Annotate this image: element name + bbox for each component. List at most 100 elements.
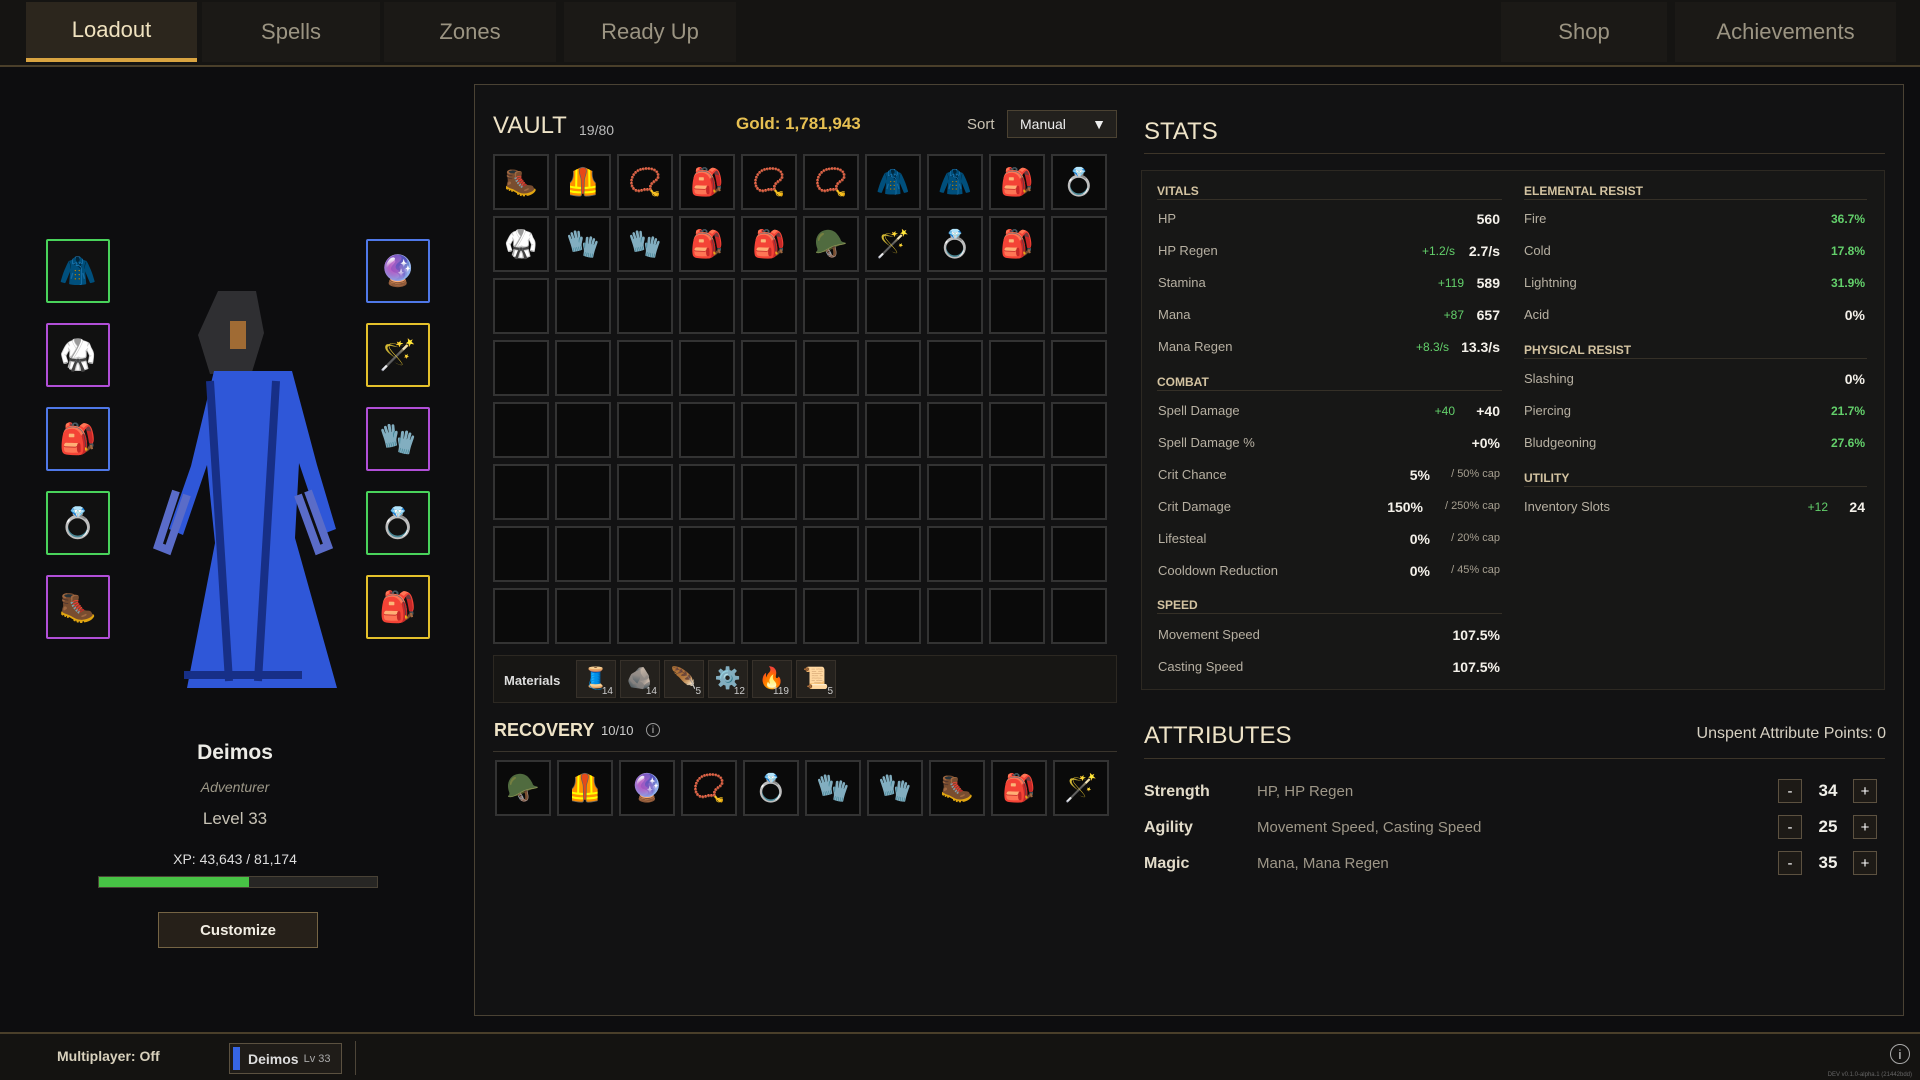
vault-slot-2[interactable]: 🦺 — [555, 154, 611, 210]
recovery-slot-6[interactable]: 🧤 — [805, 760, 861, 816]
sort-dropdown[interactable]: Manual ▼ — [1007, 110, 1117, 138]
vault-slot-79[interactable] — [989, 588, 1045, 644]
amulet-equip-slot[interactable]: 🔮 — [366, 239, 430, 303]
vault-slot-7[interactable]: 🧥 — [865, 154, 921, 210]
vault-slot-37[interactable] — [865, 340, 921, 396]
vault-slot-38[interactable] — [927, 340, 983, 396]
vault-slot-26[interactable] — [803, 278, 859, 334]
vault-slot-61[interactable] — [493, 526, 549, 582]
recovery-slot-9[interactable]: 🎒 — [991, 760, 1047, 816]
vault-slot-64[interactable] — [679, 526, 735, 582]
vault-slot-43[interactable] — [617, 402, 673, 458]
vault-slot-52[interactable] — [555, 464, 611, 520]
vault-slot-14[interactable]: 🎒 — [679, 216, 735, 272]
vault-slot-24[interactable] — [679, 278, 735, 334]
recovery-slot-5[interactable]: 💍 — [743, 760, 799, 816]
vault-slot-32[interactable] — [555, 340, 611, 396]
vault-slot-5[interactable]: 📿 — [741, 154, 797, 210]
vault-slot-12[interactable]: 🧤 — [555, 216, 611, 272]
vault-slot-44[interactable] — [679, 402, 735, 458]
recovery-slot-1[interactable]: 🪖 — [495, 760, 551, 816]
vault-slot-48[interactable] — [927, 402, 983, 458]
vault-slot-11[interactable]: 🥋 — [493, 216, 549, 272]
vault-slot-15[interactable]: 🎒 — [741, 216, 797, 272]
vault-slot-45[interactable] — [741, 402, 797, 458]
vault-slot-80[interactable] — [1051, 588, 1107, 644]
tab-zones[interactable]: Zones — [384, 2, 556, 62]
boots-equip-slot[interactable]: 🥾 — [46, 575, 110, 639]
material-slot-2[interactable]: 🪨 14 — [620, 660, 660, 698]
vault-slot-16[interactable]: 🪖 — [803, 216, 859, 272]
recovery-slot-10[interactable]: 🪄 — [1053, 760, 1109, 816]
vault-slot-6[interactable]: 📿 — [803, 154, 859, 210]
vault-slot-19[interactable]: 🎒 — [989, 216, 1045, 272]
vault-slot-77[interactable] — [865, 588, 921, 644]
vault-slot-25[interactable] — [741, 278, 797, 334]
vault-slot-13[interactable]: 🧤 — [617, 216, 673, 272]
recovery-slot-7[interactable]: 🧤 — [867, 760, 923, 816]
magic-decrease-button[interactable]: - — [1778, 851, 1802, 875]
vault-slot-39[interactable] — [989, 340, 1045, 396]
customize-button[interactable]: Customize — [158, 912, 318, 948]
material-slot-5[interactable]: 🔥 119 — [752, 660, 792, 698]
vault-slot-34[interactable] — [679, 340, 735, 396]
vault-slot-36[interactable] — [803, 340, 859, 396]
vault-slot-21[interactable] — [493, 278, 549, 334]
recovery-slot-3[interactable]: 🔮 — [619, 760, 675, 816]
info-icon[interactable]: i — [1890, 1044, 1910, 1064]
vault-slot-17[interactable]: 🪄 — [865, 216, 921, 272]
vault-slot-68[interactable] — [927, 526, 983, 582]
vault-slot-62[interactable] — [555, 526, 611, 582]
vault-slot-72[interactable] — [555, 588, 611, 644]
vault-slot-8[interactable]: 🧥 — [927, 154, 983, 210]
vault-slot-57[interactable] — [865, 464, 921, 520]
vault-slot-54[interactable] — [679, 464, 735, 520]
ring-equip-slot-right[interactable]: 💍 — [366, 491, 430, 555]
recovery-slot-4[interactable]: 📿 — [681, 760, 737, 816]
vault-slot-42[interactable] — [555, 402, 611, 458]
vault-slot-71[interactable] — [493, 588, 549, 644]
vault-slot-35[interactable] — [741, 340, 797, 396]
vault-slot-60[interactable] — [1051, 464, 1107, 520]
vault-slot-47[interactable] — [865, 402, 921, 458]
tab-spells[interactable]: Spells — [202, 2, 380, 62]
vault-slot-73[interactable] — [617, 588, 673, 644]
vault-slot-1[interactable]: 🥾 — [493, 154, 549, 210]
vault-slot-46[interactable] — [803, 402, 859, 458]
tab-shop[interactable]: Shop — [1501, 2, 1667, 62]
vault-slot-75[interactable] — [741, 588, 797, 644]
tab-loadout[interactable]: Loadout — [26, 2, 197, 62]
vault-slot-9[interactable]: 🎒 — [989, 154, 1045, 210]
vault-slot-59[interactable] — [989, 464, 1045, 520]
helmet-equip-slot[interactable]: 🧥 — [46, 239, 110, 303]
vault-slot-66[interactable] — [803, 526, 859, 582]
vault-slot-69[interactable] — [989, 526, 1045, 582]
vault-slot-56[interactable] — [803, 464, 859, 520]
vault-slot-49[interactable] — [989, 402, 1045, 458]
vault-slot-27[interactable] — [865, 278, 921, 334]
vault-slot-30[interactable] — [1051, 278, 1107, 334]
vault-slot-58[interactable] — [927, 464, 983, 520]
agility-decrease-button[interactable]: - — [1778, 815, 1802, 839]
belt-equip-slot[interactable]: 🎒 — [46, 407, 110, 471]
vault-slot-22[interactable] — [555, 278, 611, 334]
vault-slot-74[interactable] — [679, 588, 735, 644]
vault-slot-70[interactable] — [1051, 526, 1107, 582]
vault-slot-53[interactable] — [617, 464, 673, 520]
vault-slot-29[interactable] — [989, 278, 1045, 334]
vault-slot-65[interactable] — [741, 526, 797, 582]
vault-slot-76[interactable] — [803, 588, 859, 644]
vault-slot-18[interactable]: 💍 — [927, 216, 983, 272]
vault-slot-23[interactable] — [617, 278, 673, 334]
material-slot-1[interactable]: 🧵 14 — [576, 660, 616, 698]
vault-slot-51[interactable] — [493, 464, 549, 520]
vault-slot-3[interactable]: 📿 — [617, 154, 673, 210]
agility-increase-button[interactable]: + — [1853, 815, 1877, 839]
strength-decrease-button[interactable]: - — [1778, 779, 1802, 803]
multiplayer-status[interactable]: Multiplayer: Off — [57, 1048, 160, 1064]
player-card[interactable]: Deimos Lv 33 — [229, 1043, 342, 1074]
tab-achievements[interactable]: Achievements — [1675, 2, 1896, 62]
vault-slot-10[interactable]: 💍 — [1051, 154, 1107, 210]
armor-equip-slot[interactable]: 🥋 — [46, 323, 110, 387]
material-slot-3[interactable]: 🪶 5 — [664, 660, 704, 698]
